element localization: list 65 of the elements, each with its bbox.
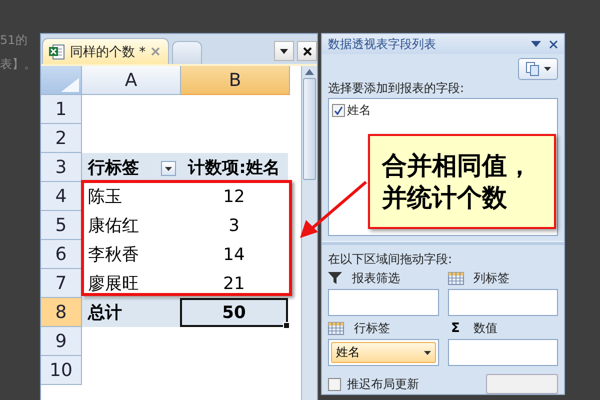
table-cell: 14: [223, 244, 245, 264]
fill-handle[interactable]: [283, 322, 290, 329]
areas-prompt: 在以下区域间拖动字段:: [328, 251, 454, 267]
table-cell-text: 陈玉: [88, 186, 122, 208]
caret-icon: [424, 350, 430, 354]
area-label: 数值: [474, 320, 498, 336]
sheet-tab[interactable]: 同样的个数 *: [42, 38, 169, 64]
row-header[interactable]: 8: [41, 298, 82, 327]
caret-icon: [280, 48, 288, 54]
caret-icon: [544, 67, 550, 71]
drop-area[interactable]: [328, 289, 438, 316]
close-icon[interactable]: [549, 40, 558, 48]
dropdown-button[interactable]: [274, 41, 294, 61]
callout-text: 合并相同值，: [382, 150, 533, 182]
row-header[interactable]: 2: [41, 124, 82, 153]
defer-checkbox[interactable]: [328, 378, 341, 390]
column-header[interactable]: B: [181, 66, 290, 95]
area-label: 行标签: [354, 320, 390, 336]
triangle-icon: [59, 76, 81, 94]
scrollbar[interactable]: [301, 66, 317, 400]
row-header[interactable]: 3: [41, 153, 82, 182]
background-text: 51的: [0, 32, 28, 49]
column-header[interactable]: A: [82, 66, 181, 95]
drop-area[interactable]: [448, 289, 558, 316]
row-header[interactable]: 10: [41, 356, 82, 385]
table-cell: 3: [228, 216, 240, 236]
scroll-up-icon[interactable]: [305, 68, 314, 76]
row-header[interactable]: 1: [41, 95, 82, 124]
table-cell-text: 计数项:姓名: [188, 157, 280, 179]
callout-text: 并统计个数: [382, 182, 508, 214]
layout-button[interactable]: [518, 58, 558, 80]
row-header[interactable]: 5: [41, 211, 82, 240]
caret-icon: [165, 166, 172, 170]
table-cell-text: 李秋香: [88, 244, 139, 266]
field-prompt: 选择要添加到报表的字段:: [328, 80, 466, 96]
spreadsheet-icon: [49, 44, 65, 60]
drop-area[interactable]: [448, 339, 558, 366]
field-checkbox[interactable]: [332, 104, 345, 116]
row-header[interactable]: 4: [41, 182, 82, 211]
row-header[interactable]: 7: [41, 269, 82, 298]
grid-icon: [448, 272, 464, 284]
pages-icon: [526, 62, 540, 76]
field-label: 姓名: [347, 102, 371, 118]
table-cell-text: 廖展旺: [88, 273, 139, 295]
funnel-icon: [328, 272, 342, 284]
defer-label: 推迟布局更新: [347, 376, 419, 392]
close-button[interactable]: [297, 41, 317, 61]
table-cell: 12: [223, 186, 245, 206]
table-cell-text: 康佑红: [88, 215, 139, 237]
panel-title: 数据透视表字段列表: [328, 36, 437, 52]
row-header[interactable]: 9: [41, 327, 82, 356]
sigma-icon: Σ: [448, 320, 464, 336]
table-cell-text: 总计: [88, 302, 122, 324]
grid-icon: [328, 322, 344, 334]
area-label: 报表筛选: [352, 270, 400, 286]
close-icon: [302, 46, 312, 56]
area-label: 列标签: [474, 270, 510, 286]
filter-dropdown-button[interactable]: [161, 161, 176, 176]
row-header[interactable]: 6: [41, 240, 82, 269]
table-cell: 50: [222, 302, 246, 322]
background-text: 表】。: [0, 56, 37, 73]
table-cell-text: 行标签: [88, 157, 139, 179]
table-cell: 21: [223, 274, 245, 294]
dropdown-icon[interactable]: [531, 41, 541, 47]
update-button[interactable]: [486, 374, 558, 394]
